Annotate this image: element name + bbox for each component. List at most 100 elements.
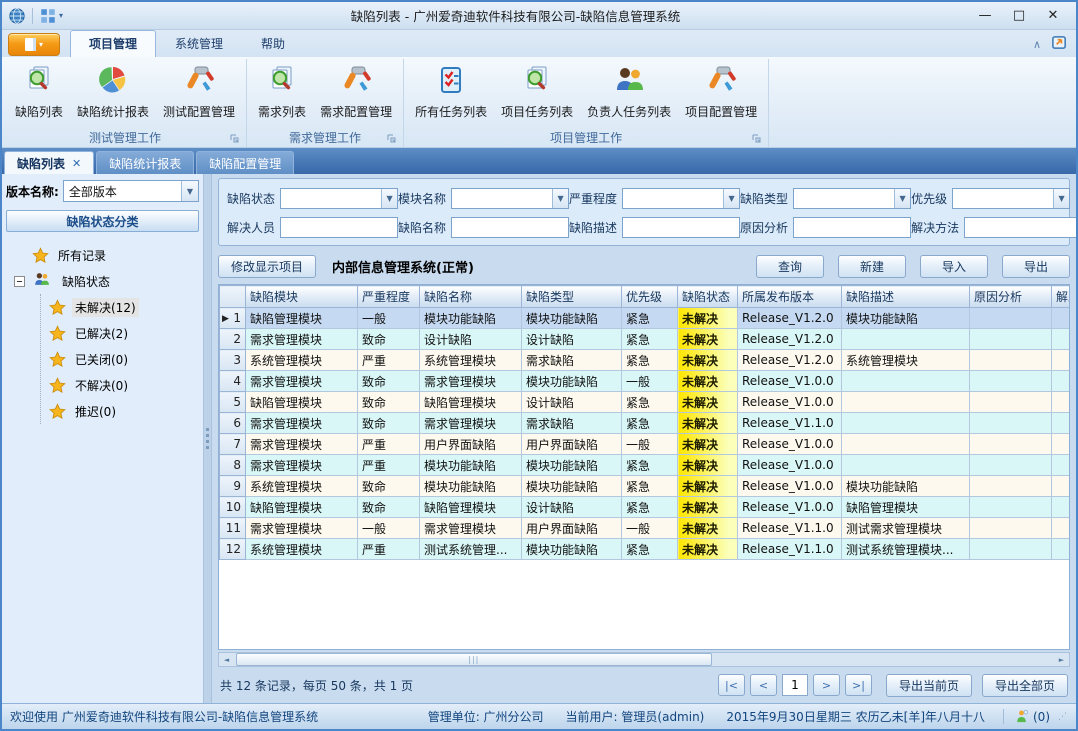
splitter-handle[interactable] xyxy=(204,174,212,703)
dialog-launcher-icon[interactable] xyxy=(752,133,762,143)
table-row[interactable]: 8需求管理模块严重模块功能缺陷模块功能缺陷紧急未解决Release_V1.0.0 xyxy=(220,455,1071,476)
filter-input-原因分析[interactable] xyxy=(793,217,911,238)
ribbon-button-项目任务列表[interactable]: 项目任务列表 xyxy=(494,61,580,123)
minimize-button[interactable]: — xyxy=(968,5,1002,27)
dialog-launcher-icon[interactable] xyxy=(230,133,240,143)
table-row[interactable]: 7需求管理模块严重用户界面缺陷用户界面缺陷一般未解决Release_V1.0.0 xyxy=(220,434,1071,455)
column-header-缺陷名称[interactable]: 缺陷名称 xyxy=(420,286,522,308)
online-users[interactable]: (0) xyxy=(1003,709,1050,724)
scrollbar-thumb[interactable]: ||| xyxy=(236,653,712,666)
row-number-cell[interactable]: 4 xyxy=(220,371,246,392)
column-header-原因分析[interactable]: 原因分析 xyxy=(970,286,1052,308)
export-all-pages-button[interactable]: 导出全部页 xyxy=(982,674,1068,697)
row-number-cell[interactable]: 10 xyxy=(220,497,246,518)
action-button-导入[interactable]: 导入 xyxy=(920,255,988,278)
dialog-launcher-icon[interactable] xyxy=(387,133,397,143)
row-number-cell[interactable]: ▶1 xyxy=(220,308,246,329)
row-number-cell[interactable]: 9 xyxy=(220,476,246,497)
row-number-cell[interactable]: 5 xyxy=(220,392,246,413)
modify-display-button[interactable]: 修改显示项目 xyxy=(218,255,316,278)
table-row[interactable]: 12系统管理模块严重测试系统管理...模块功能缺陷紧急未解决Release_V1… xyxy=(220,539,1071,560)
table-row[interactable]: 11需求管理模块一般需求管理模块用户界面缺陷一般未解决Release_V1.1.… xyxy=(220,518,1071,539)
row-selector-header[interactable] xyxy=(220,286,246,308)
tree-item-已解决(2)[interactable]: 已解决(2) xyxy=(49,320,197,346)
row-number-cell[interactable]: 11 xyxy=(220,518,246,539)
window-style-icon[interactable] xyxy=(1051,34,1068,54)
row-number-cell[interactable]: 8 xyxy=(220,455,246,476)
action-button-查询[interactable]: 查询 xyxy=(756,255,824,278)
column-header-所属发布版本[interactable]: 所属发布版本 xyxy=(738,286,842,308)
table-row[interactable]: 3系统管理模块严重系统管理模块需求缺陷紧急未解决Release_V1.2.0系统… xyxy=(220,350,1071,371)
ribbon-button-负责人任务列表[interactable]: 负责人任务列表 xyxy=(580,61,678,123)
row-number-cell[interactable]: 2 xyxy=(220,329,246,350)
doc-tab-缺陷列表[interactable]: 缺陷列表✕ xyxy=(4,151,94,174)
tree-item-缺陷状态[interactable]: 缺陷状态 xyxy=(14,268,197,294)
tree-item-所有记录[interactable]: 所有记录 xyxy=(14,242,197,268)
ribbon-tab-系统管理[interactable]: 系统管理 xyxy=(156,30,242,57)
table-row[interactable]: 2需求管理模块致命设计缺陷设计缺陷紧急未解决Release_V1.2.0 xyxy=(220,329,1071,350)
filter-input-缺陷描述[interactable] xyxy=(622,217,740,238)
chevron-down-icon[interactable]: ▼ xyxy=(723,189,739,208)
doc-tab-缺陷配置管理[interactable]: 缺陷配置管理 xyxy=(196,151,294,174)
table-row[interactable]: ▶1缺陷管理模块一般模块功能缺陷模块功能缺陷紧急未解决Release_V1.2.… xyxy=(220,308,1071,329)
row-number-cell[interactable]: 3 xyxy=(220,350,246,371)
column-header-缺陷描述[interactable]: 缺陷描述 xyxy=(842,286,970,308)
ribbon-button-测试配置管理[interactable]: 测试配置管理 xyxy=(156,61,242,123)
tree-expander-icon[interactable] xyxy=(14,276,25,287)
table-row[interactable]: 9系统管理模块致命模块功能缺陷模块功能缺陷紧急未解决Release_V1.0.0… xyxy=(220,476,1071,497)
prev-page-button[interactable]: < xyxy=(750,674,777,696)
tree-item-已关闭(0)[interactable]: 已关闭(0) xyxy=(49,346,197,372)
chevron-down-icon[interactable]: ▼ xyxy=(552,189,568,208)
column-header-严重程度[interactable]: 严重程度 xyxy=(358,286,420,308)
ribbon-tab-项目管理[interactable]: 项目管理 xyxy=(70,30,156,57)
row-number-cell[interactable]: 7 xyxy=(220,434,246,455)
filter-select-严重程度[interactable]: ▼ xyxy=(622,188,740,209)
ribbon-button-所有任务列表[interactable]: 所有任务列表 xyxy=(408,61,494,123)
table-row[interactable]: 10缺陷管理模块致命缺陷管理模块设计缺陷紧急未解决Release_V1.0.0缺… xyxy=(220,497,1071,518)
chevron-down-icon[interactable]: ▼ xyxy=(181,181,198,201)
scroll-left-icon[interactable]: ◄ xyxy=(219,653,234,666)
filter-input-解决人员[interactable] xyxy=(280,217,398,238)
filter-select-缺陷状态[interactable]: ▼ xyxy=(280,188,398,209)
page-number-input[interactable] xyxy=(782,674,808,696)
maximize-button[interactable]: □ xyxy=(1002,5,1036,27)
ribbon-button-项目配置管理[interactable]: 项目配置管理 xyxy=(678,61,764,123)
chevron-down-icon[interactable]: ▼ xyxy=(381,189,397,208)
application-menu-button[interactable]: ▾ xyxy=(8,33,60,56)
chevron-down-icon[interactable]: ▼ xyxy=(894,189,910,208)
filter-select-模块名称[interactable]: ▼ xyxy=(451,188,569,209)
action-button-导出[interactable]: 导出 xyxy=(1002,255,1070,278)
version-select[interactable]: 全部版本 ▼ xyxy=(63,180,199,202)
column-header-解决方法[interactable]: 解决方法 xyxy=(1052,286,1071,308)
column-header-缺陷状态[interactable]: 缺陷状态 xyxy=(678,286,738,308)
table-row[interactable]: 6需求管理模块致命需求管理模块需求缺陷紧急未解决Release_V1.1.0 xyxy=(220,413,1071,434)
row-number-cell[interactable]: 6 xyxy=(220,413,246,434)
first-page-button[interactable]: |< xyxy=(718,674,745,696)
scroll-right-icon[interactable]: ► xyxy=(1054,653,1069,666)
ribbon-tab-帮助[interactable]: 帮助 xyxy=(242,30,304,57)
collapse-ribbon-icon[interactable]: ∧ xyxy=(1033,38,1041,51)
doc-tab-缺陷统计报表[interactable]: 缺陷统计报表 xyxy=(96,151,194,174)
horizontal-scrollbar[interactable]: ◄ ||| ► xyxy=(218,652,1070,667)
filter-input-解决方法[interactable] xyxy=(964,217,1076,238)
table-row[interactable]: 4需求管理模块致命需求管理模块模块功能缺陷一般未解决Release_V1.0.0 xyxy=(220,371,1071,392)
chevron-down-icon[interactable]: ▼ xyxy=(1053,189,1069,208)
ribbon-button-缺陷列表[interactable]: 缺陷列表 xyxy=(8,61,70,123)
filter-select-优先级[interactable]: ▼ xyxy=(952,188,1070,209)
close-tab-icon[interactable]: ✕ xyxy=(72,157,81,170)
export-current-page-button[interactable]: 导出当前页 xyxy=(886,674,972,697)
column-header-优先级[interactable]: 优先级 xyxy=(622,286,678,308)
action-button-新建[interactable]: 新建 xyxy=(838,255,906,278)
next-page-button[interactable]: > xyxy=(813,674,840,696)
quick-access-grid-icon[interactable] xyxy=(39,7,57,25)
ribbon-button-需求列表[interactable]: 需求列表 xyxy=(251,61,313,123)
table-row[interactable]: 5缺陷管理模块致命缺陷管理模块设计缺陷紧急未解决Release_V1.0.0 xyxy=(220,392,1071,413)
ribbon-button-缺陷统计报表[interactable]: 缺陷统计报表 xyxy=(70,61,156,123)
ribbon-button-需求配置管理[interactable]: 需求配置管理 xyxy=(313,61,399,123)
tree-item-推迟(0)[interactable]: 推迟(0) xyxy=(49,398,197,424)
close-button[interactable]: ✕ xyxy=(1036,5,1070,27)
filter-select-缺陷类型[interactable]: ▼ xyxy=(793,188,911,209)
column-header-缺陷模块[interactable]: 缺陷模块 xyxy=(246,286,358,308)
row-number-cell[interactable]: 12 xyxy=(220,539,246,560)
tree-item-未解决(12)[interactable]: 未解决(12) xyxy=(49,294,197,320)
